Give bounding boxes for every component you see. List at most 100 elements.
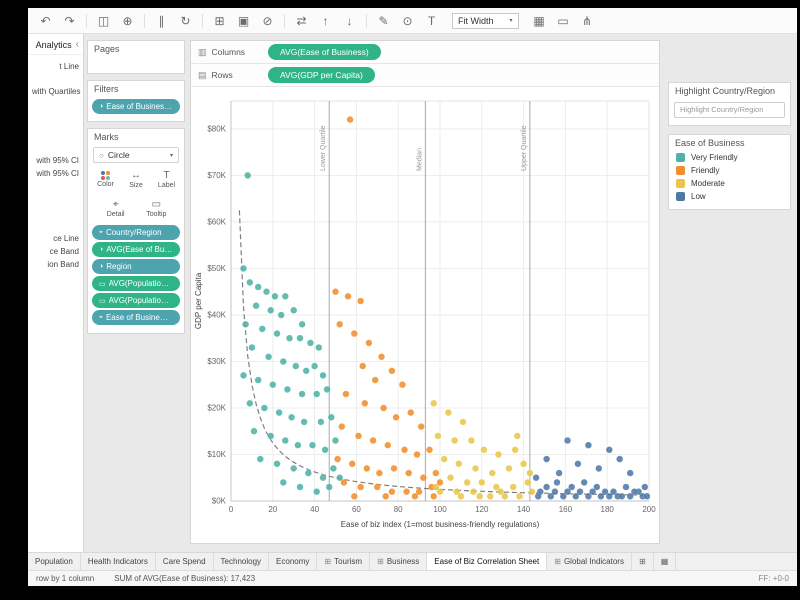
data-point[interactable] (250, 427, 258, 435)
data-point[interactable] (505, 464, 513, 472)
rows-shelf[interactable]: ▤ Rows AVG(GDP per Capita) (191, 64, 659, 87)
run-update-icon[interactable]: ↻ (178, 15, 193, 27)
marks-pill[interactable]: ▭ AVG(Population (… (92, 293, 180, 308)
data-point[interactable] (371, 376, 379, 384)
data-point[interactable] (388, 367, 396, 375)
data-point[interactable] (325, 483, 333, 491)
data-point[interactable] (377, 353, 386, 361)
columns-pill[interactable]: AVG(Ease of Business) (268, 44, 381, 60)
data-point[interactable] (300, 418, 308, 426)
data-point[interactable] (363, 464, 371, 472)
data-point[interactable] (526, 469, 534, 477)
data-point[interactable] (269, 381, 277, 389)
data-point[interactable] (281, 292, 289, 300)
presentation-mode-icon[interactable]: ▭ (556, 15, 571, 27)
analytics-item[interactable]: with Quartiles (28, 85, 83, 98)
detail-button[interactable]: ⌖ Detail (101, 195, 131, 222)
data-point[interactable] (254, 376, 262, 384)
data-point[interactable] (277, 311, 285, 319)
sheet-tab[interactable]: ⊞ Business (370, 553, 428, 570)
data-point[interactable] (281, 436, 289, 445)
data-point[interactable] (248, 343, 256, 352)
data-point[interactable] (359, 362, 367, 370)
data-point[interactable] (313, 488, 321, 496)
data-point[interactable] (494, 450, 503, 459)
data-point[interactable] (616, 455, 624, 463)
swap-axes-icon[interactable]: ⇄ (294, 15, 309, 27)
data-point[interactable] (463, 478, 471, 486)
data-point[interactable] (563, 488, 572, 496)
data-point[interactable] (275, 409, 283, 417)
data-point[interactable] (459, 418, 467, 426)
data-point[interactable] (331, 436, 340, 445)
data-point[interactable] (497, 488, 505, 496)
data-point[interactable] (273, 460, 281, 468)
show-cards-icon[interactable]: ▦ (532, 15, 547, 27)
data-point[interactable] (595, 464, 603, 472)
data-point[interactable] (357, 297, 365, 305)
data-point[interactable] (350, 330, 358, 338)
sheet-tab[interactable]: Economy (269, 553, 318, 570)
new-worksheet-tab-icon[interactable]: ⊞ (632, 553, 654, 570)
data-point[interactable] (319, 371, 327, 379)
marks-pill[interactable]: ⌖ Country/Region (92, 225, 180, 240)
data-point[interactable] (486, 492, 494, 500)
data-point[interactable] (520, 460, 528, 468)
data-point[interactable] (340, 478, 348, 486)
columns-shelf[interactable]: ▥ Columns AVG(Ease of Business) (191, 41, 659, 64)
data-point[interactable] (361, 399, 369, 407)
data-point[interactable] (239, 371, 248, 379)
data-point[interactable] (425, 446, 434, 454)
data-point[interactable] (265, 353, 273, 361)
data-point[interactable] (304, 469, 312, 477)
color-button[interactable]: Color (91, 166, 121, 193)
sheet-tab[interactable]: Care Spend (156, 553, 214, 570)
trend-line[interactable] (238, 210, 650, 496)
data-point[interactable] (302, 367, 310, 375)
analytics-item[interactable]: ce Band (28, 245, 83, 258)
data-point[interactable] (285, 334, 294, 342)
data-point[interactable] (350, 492, 358, 500)
data-point[interactable] (317, 418, 325, 426)
data-point[interactable] (321, 446, 329, 454)
data-point[interactable] (515, 492, 523, 500)
data-point[interactable] (392, 413, 400, 421)
data-point[interactable] (532, 474, 540, 482)
legend-item[interactable]: Friendly (669, 164, 790, 177)
filter-pill[interactable]: ◑ Ease of Business (cl.. (92, 99, 180, 114)
marks-pill[interactable]: ◑AVG(Ease of Business) (92, 242, 180, 257)
data-point[interactable] (471, 464, 480, 472)
data-point[interactable] (365, 339, 373, 347)
sort-ascending-icon[interactable]: ↑ (318, 15, 333, 27)
pages-card[interactable]: Pages (87, 40, 185, 74)
data-point[interactable] (618, 492, 626, 500)
data-point[interactable] (476, 492, 484, 500)
data-point[interactable] (246, 278, 254, 286)
data-point[interactable] (373, 483, 381, 491)
data-point[interactable] (417, 423, 425, 431)
data-point[interactable] (256, 455, 264, 463)
label-button[interactable]: T Label (152, 166, 182, 193)
data-point[interactable] (390, 464, 398, 472)
data-point[interactable] (576, 488, 584, 496)
data-point[interactable] (398, 381, 406, 389)
save-icon[interactable]: ◫ (96, 15, 111, 27)
analytics-item[interactable]: with 95% CI (28, 167, 83, 180)
data-point[interactable] (319, 474, 327, 482)
analytics-item[interactable]: with 95% CI (28, 154, 83, 167)
data-point[interactable] (331, 288, 340, 296)
data-point[interactable] (413, 450, 421, 459)
data-point[interactable] (574, 460, 582, 468)
duplicate-icon[interactable]: ▣ (236, 15, 251, 27)
data-point[interactable] (267, 306, 275, 314)
data-point[interactable] (329, 464, 337, 472)
data-point[interactable] (589, 488, 597, 496)
data-point[interactable] (457, 492, 465, 500)
data-point[interactable] (308, 441, 317, 449)
data-point[interactable] (336, 320, 344, 328)
data-point[interactable] (338, 423, 346, 431)
data-point[interactable] (254, 283, 262, 291)
data-point[interactable] (344, 292, 352, 300)
filters-card[interactable]: Filters ◑ Ease of Business (cl.. (87, 80, 185, 122)
legend-item[interactable]: Very Friendly (669, 151, 790, 164)
